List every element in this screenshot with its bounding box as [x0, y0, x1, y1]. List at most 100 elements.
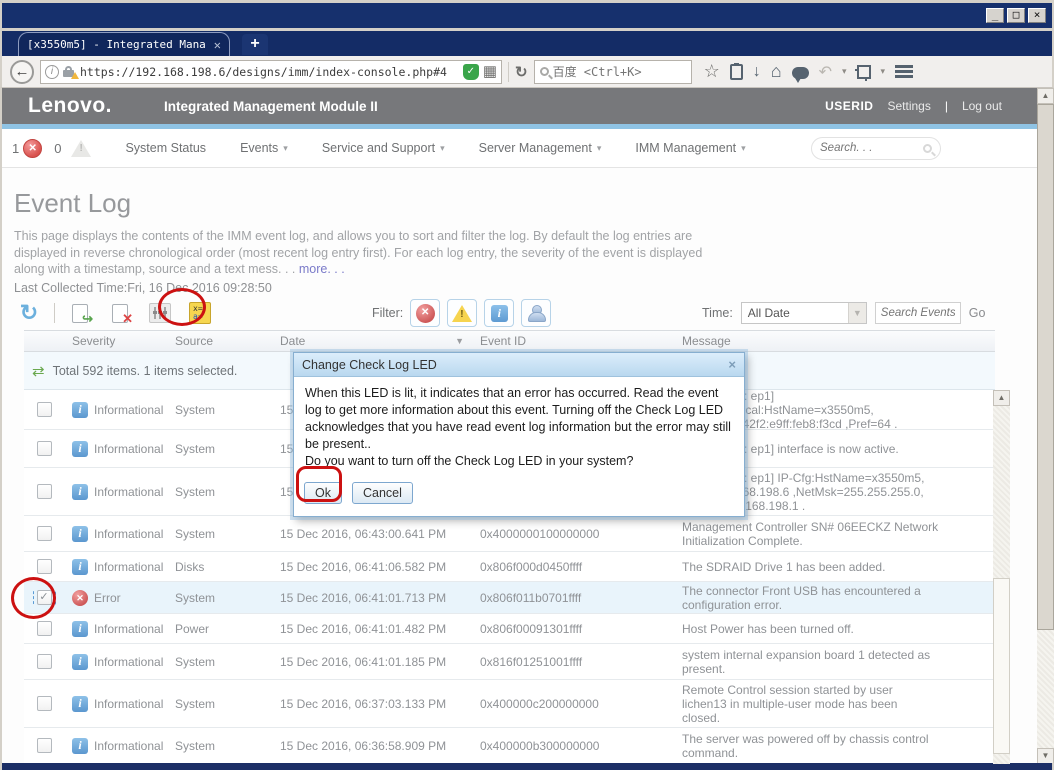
nav-server-management[interactable]: Server Management ▾ [479, 141, 602, 155]
nav-imm-management[interactable]: IMM Management ▾ [635, 141, 745, 155]
nav-search-box[interactable] [811, 136, 941, 160]
header-severity[interactable]: Severity [64, 334, 167, 348]
filter-audit-button[interactable] [521, 299, 552, 327]
table-row[interactable]: i Informational Disks 15 Dec 2016, 06:41:… [24, 552, 995, 582]
table-row[interactable]: i Informational System 15 Dec 2016, 06:43… [24, 516, 995, 552]
site-info-icon[interactable]: i [45, 64, 59, 79]
row-checkbox[interactable] [36, 654, 52, 669]
url-bar[interactable]: i ✓ ▦ [40, 59, 502, 84]
info-icon: i [72, 440, 88, 457]
home-icon[interactable]: ⌂ [771, 61, 782, 82]
filter-warning-button[interactable]: ! [447, 299, 478, 327]
search-events-input[interactable] [874, 302, 961, 324]
screenshot-dropdown-icon[interactable]: ▾ [881, 66, 886, 77]
screenshot-tool-icon[interactable] [854, 64, 871, 81]
header-divider: | [944, 99, 948, 113]
browser-search-box[interactable] [533, 59, 706, 84]
refresh-button[interactable]: ↻ [14, 299, 44, 327]
app-title: Integrated Management Module II [164, 98, 378, 114]
bookmark-star-icon[interactable]: ☆ [704, 61, 720, 82]
filter-error-button[interactable]: ✕ [410, 299, 441, 327]
warning-icon: ! [452, 304, 473, 322]
page-scrollbar[interactable]: ▲ ▼ [1037, 88, 1054, 764]
table-scrollbar[interactable]: ▲ [993, 390, 1010, 764]
browser-search-input[interactable] [552, 64, 706, 79]
back-button[interactable]: ← [10, 59, 34, 84]
page-description: This page displays the contents of the I… [14, 229, 703, 276]
cancel-button[interactable]: Cancel [351, 482, 413, 504]
info-icon: i [72, 401, 88, 418]
dialog-title: Change Check Log LED [302, 357, 437, 372]
page-title: Event Log [14, 188, 132, 218]
time-select-value: All Date [747, 306, 790, 320]
dialog-titlebar[interactable]: Change Check Log LED × [294, 353, 744, 377]
table-row[interactable]: i Informational System 15 Dec 2016, 06:37… [24, 680, 995, 728]
header-event-id[interactable]: Event ID [472, 334, 674, 348]
table-row[interactable]: i Informational Power 15 Dec 2016, 06:41:… [24, 614, 995, 644]
toolbar-divider [508, 61, 509, 82]
logout-link[interactable]: Log out [962, 99, 1002, 113]
more-link[interactable]: more. . . [299, 262, 345, 276]
error-badge-icon[interactable]: ✕ [23, 138, 43, 158]
settings-link[interactable]: Settings [887, 99, 930, 113]
time-select[interactable]: All Date ▼ [740, 302, 867, 324]
security-shield-icon[interactable]: ✓ [462, 63, 479, 80]
info-icon: i [72, 558, 88, 575]
row-checkbox[interactable] [36, 526, 52, 541]
downloads-icon[interactable]: ↓ [753, 63, 761, 81]
scroll-up-icon[interactable]: ▲ [993, 390, 1010, 406]
chat-icon[interactable] [791, 66, 809, 83]
nav-service-support[interactable]: Service and Support ▾ [322, 141, 445, 155]
new-tab-button[interactable]: + [242, 34, 268, 55]
header-date[interactable]: Date ▼ [272, 334, 472, 348]
scroll-down-icon[interactable]: ▼ [1037, 748, 1054, 764]
delete-log-button[interactable]: ✕ [105, 299, 135, 327]
url-input[interactable] [80, 64, 459, 79]
dialog-close-icon[interactable]: × [728, 357, 736, 372]
table-row[interactable]: i Informational System 15 Dec 2016, 06:36… [24, 728, 995, 764]
browser-tab[interactable]: [x3550m5] - Integrated Mana··· ✕ [18, 32, 230, 56]
bookmarks-menu-icon[interactable] [729, 62, 743, 80]
table-scrollbar-thumb[interactable] [993, 578, 1010, 754]
row-checkbox[interactable] [36, 621, 52, 636]
header-source[interactable]: Source [167, 334, 272, 348]
tab-title: [x3550m5] - Integrated Mana··· [27, 38, 208, 51]
menu-icon[interactable] [895, 65, 914, 78]
warning-badge-icon[interactable]: ! [71, 139, 92, 157]
user-id: USERID [825, 99, 874, 113]
undo-icon[interactable]: ↶ [819, 62, 832, 82]
tab-close-icon[interactable]: ✕ [214, 38, 221, 52]
qr-code-icon[interactable]: ▦ [483, 63, 497, 80]
maximize-button[interactable]: □ [1007, 8, 1025, 23]
lock-warning-icon[interactable] [63, 66, 79, 79]
undo-dropdown-icon[interactable]: ▾ [842, 66, 847, 77]
export-arrow-icon: ↪ [82, 310, 93, 326]
table-row-selected[interactable]: ✓ ✕ Error System 15 Dec 2016, 06:41:01.71… [24, 582, 995, 614]
row-checkbox[interactable] [36, 402, 52, 417]
scroll-up-icon[interactable]: ▲ [1037, 88, 1054, 104]
annotation-circle-led-button [158, 288, 206, 326]
nav-system-status[interactable]: System Status [125, 141, 206, 155]
reload-icon[interactable]: ↻ [515, 63, 528, 81]
go-button[interactable]: Go [969, 306, 986, 320]
row-checkbox[interactable] [36, 696, 52, 711]
chevron-down-icon: ▾ [283, 142, 288, 153]
chevron-down-icon: ▾ [741, 142, 746, 153]
table-row[interactable]: i Informational System 15 Dec 2016, 06:41… [24, 644, 995, 680]
row-checkbox[interactable] [36, 559, 52, 574]
row-checkbox[interactable] [36, 738, 52, 753]
filter-label: Filter: [372, 306, 404, 320]
export-log-button[interactable]: ↪ [65, 299, 95, 327]
row-checkbox[interactable] [36, 484, 52, 499]
tab-strip: [x3550m5] - Integrated Mana··· ✕ + [0, 31, 1054, 56]
page-scrollbar-thumb[interactable] [1037, 104, 1054, 630]
nav-events[interactable]: Events ▾ [240, 141, 288, 155]
last-collected-time: Last Collected Time:Fri, 16 Dec 2016 09:… [14, 281, 272, 295]
nav-search-input[interactable] [820, 142, 923, 154]
header-message[interactable]: Message [674, 334, 947, 348]
row-checkbox[interactable] [36, 441, 52, 456]
info-icon: i [72, 653, 88, 670]
close-button[interactable]: × [1028, 8, 1046, 23]
filter-info-button[interactable]: i [484, 299, 515, 327]
minimize-button[interactable]: _ [986, 8, 1004, 23]
